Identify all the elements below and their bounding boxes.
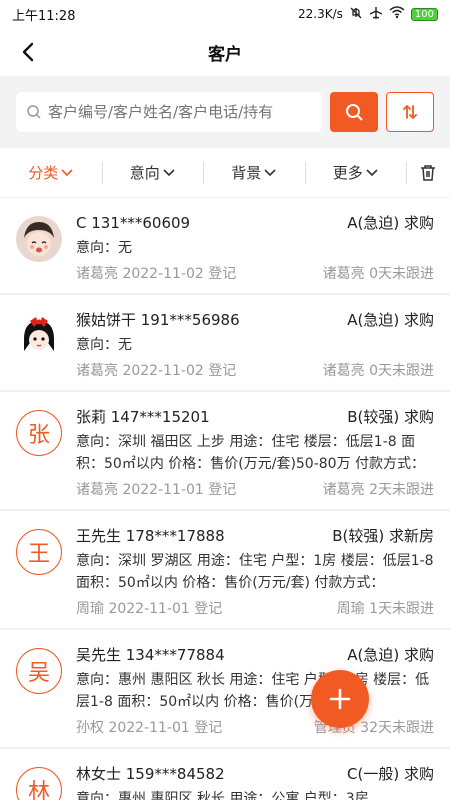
card-body: 猴姑饼干 191***56986 A(急迫) 求购 意向：无 诸葛亮 2022-… [76, 309, 434, 380]
customer-card[interactable]: 吴 吴先生 134***77884 A(急迫) 求购 意向：惠州 惠阳区 秋长 … [0, 630, 450, 749]
avatar [16, 216, 62, 262]
customer-card[interactable]: C 131***60609 A(急迫) 求购 意向：无 诸葛亮 2022-11-… [0, 198, 450, 295]
status-time: 上午11:28 [12, 8, 76, 24]
mute-icon [349, 6, 363, 23]
customer-level: A(急迫) 求购 [347, 311, 434, 329]
avatar: 林 [16, 767, 62, 800]
customer-card[interactable]: 猴姑饼干 191***56986 A(急迫) 求购 意向：无 诸葛亮 2022-… [0, 295, 450, 392]
follow-status: 周瑜 1天未跟进 [336, 601, 434, 617]
customer-card[interactable]: 张 张莉 147***15201 B(较强) 求购 意向：深圳 福田区 上步 用… [0, 392, 450, 511]
back-button[interactable] [12, 36, 44, 68]
card-meta-row: 周瑜 2022-11-01 登记 周瑜 1天未跟进 [76, 598, 434, 618]
registrar-info: 诸葛亮 2022-11-02 登记 [76, 266, 237, 282]
search-button[interactable] [330, 92, 378, 132]
customer-intent: 意向：惠州 惠阳区 秋长 用途：住宅 户型：2房 楼层：低层1-8 面积：50㎡… [76, 672, 430, 710]
card-body: 吴先生 134***77884 A(急迫) 求购 意向：惠州 惠阳区 秋长 用途… [76, 644, 434, 737]
filter-label: 意向 [129, 164, 160, 182]
customer-intent: 意向：惠州 惠阳区 秋长 用途：公寓 户型：3房 [76, 791, 369, 800]
card-title-row: 猴姑饼干 191***56986 A(急迫) 求购 [76, 309, 434, 330]
customer-intent: 意向：无 [76, 240, 132, 256]
card-body: 林女士 159***84582 C(一般) 求购 意向：惠州 惠阳区 秋长 用途… [76, 763, 434, 800]
filter-label: 背景 [231, 164, 262, 182]
filter-label: 更多 [332, 164, 363, 182]
status-bar: 上午11:28 22.3K/s 100 [0, 0, 450, 28]
search-icon [27, 105, 41, 119]
customer-intent: 意向：无 [76, 337, 132, 353]
add-customer-button[interactable] [311, 670, 369, 728]
registrar-info: 诸葛亮 2022-11-02 登记 [76, 363, 237, 379]
customer-level: A(急迫) 求购 [347, 214, 434, 232]
follow-status: 诸葛亮 2天未跟进 [322, 482, 434, 498]
sort-arrows-icon [403, 105, 417, 119]
customer-level: C(一般) 求购 [347, 765, 434, 783]
chevron-down-icon [366, 168, 378, 176]
card-meta-row: 诸葛亮 2022-11-01 登记 诸葛亮 2天未跟进 [76, 479, 434, 499]
registrar-info: 诸葛亮 2022-11-01 登记 [76, 482, 237, 498]
customer-level: B(较强) 求新房 [332, 527, 434, 545]
plus-icon [329, 688, 351, 710]
cartoon-girl-avatar-icon [16, 216, 62, 262]
customer-level: A(急迫) 求购 [347, 646, 434, 664]
registrar-info: 孙权 2022-11-01 登记 [76, 720, 223, 736]
customer-name-phone: 张莉 147***15201 [76, 408, 210, 426]
customer-card[interactable]: 林 林女士 159***84582 C(一般) 求购 意向：惠州 惠阳区 秋长 … [0, 749, 450, 800]
wifi-icon [389, 6, 405, 22]
airplane-icon [369, 6, 383, 23]
search-input[interactable] [48, 103, 312, 121]
chevron-down-icon [163, 168, 175, 176]
page-title: 客户 [208, 44, 242, 65]
customer-name-phone: 王先生 178***17888 [76, 527, 225, 545]
customer-name-phone: 吴先生 134***77884 [76, 646, 225, 664]
customer-name-phone: C 131***60609 [76, 213, 191, 232]
customer-level: B(较强) 求购 [347, 408, 434, 426]
customer-name-phone: 林女士 159***84582 [76, 765, 225, 783]
registrar-info: 周瑜 2022-11-01 登记 [76, 601, 223, 617]
sort-button[interactable] [386, 92, 434, 132]
card-title-row: 王先生 178***17888 B(较强) 求新房 [76, 525, 434, 546]
search-area [0, 76, 450, 148]
battery-icon: 100 [410, 7, 438, 21]
clear-filter-button[interactable] [406, 148, 450, 198]
avatar: 王 [16, 529, 62, 575]
customer-card[interactable]: 王 王先生 178***17888 B(较强) 求新房 意向：深圳 罗湖区 用途… [0, 511, 450, 630]
search-box[interactable] [16, 92, 322, 132]
card-title-row: 张莉 147***15201 B(较强) 求购 [76, 406, 434, 427]
card-meta-row: 诸葛亮 2022-11-02 登记 诸葛亮 0天未跟进 [76, 263, 434, 283]
filter-intent[interactable]: 意向 [101, 148, 204, 198]
avatar: 张 [16, 410, 62, 456]
card-title-row: 林女士 159***84582 C(一般) 求购 [76, 763, 434, 784]
back-arrow-icon [22, 42, 34, 62]
card-title-row: C 131***60609 A(急迫) 求购 [76, 212, 434, 233]
filter-category[interactable]: 分类 [0, 148, 102, 198]
avatar: 吴 [16, 648, 62, 694]
filter-bar: 分类 意向 背景 更多 [0, 148, 450, 198]
status-icons: 22.3K/s 100 [298, 6, 438, 23]
filter-more[interactable]: 更多 [304, 148, 407, 198]
avatar [16, 313, 62, 359]
follow-status: 诸葛亮 0天未跟进 [322, 363, 434, 379]
filter-label: 分类 [28, 164, 59, 182]
follow-status: 诸葛亮 0天未跟进 [322, 266, 434, 282]
customer-intent: 意向：深圳 福田区 上步 用途：住宅 楼层：低层1-8 面积：50㎡以内 价格：… [76, 434, 426, 472]
customer-intent: 意向：深圳 罗湖区 用途：住宅 户型：1房 楼层：低层1-8 面积：50㎡以内 … [76, 553, 434, 591]
chevron-down-icon [61, 168, 73, 176]
search-icon [346, 104, 363, 121]
card-meta-row: 孙权 2022-11-01 登记 管理员 32天未跟进 [76, 717, 434, 737]
card-body: C 131***60609 A(急迫) 求购 意向：无 诸葛亮 2022-11-… [76, 212, 434, 283]
card-title-row: 吴先生 134***77884 A(急迫) 求购 [76, 644, 434, 665]
card-body: 王先生 178***17888 B(较强) 求新房 意向：深圳 罗湖区 用途：住… [76, 525, 434, 618]
app-header: 客户 [0, 28, 450, 76]
customer-list: C 131***60609 A(急迫) 求购 意向：无 诸葛亮 2022-11-… [0, 198, 450, 800]
network-speed: 22.3K/s [298, 7, 343, 21]
card-meta-row: 诸葛亮 2022-11-02 登记 诸葛亮 0天未跟进 [76, 360, 434, 380]
card-body: 张莉 147***15201 B(较强) 求购 意向：深圳 福田区 上步 用途：… [76, 406, 434, 499]
chevron-down-icon [264, 168, 276, 176]
customer-name-phone: 猴姑饼干 191***56986 [76, 311, 240, 329]
trash-icon [421, 165, 435, 181]
filter-background[interactable]: 背景 [203, 148, 305, 198]
cartoon-girl-bow-avatar-icon [16, 313, 62, 359]
